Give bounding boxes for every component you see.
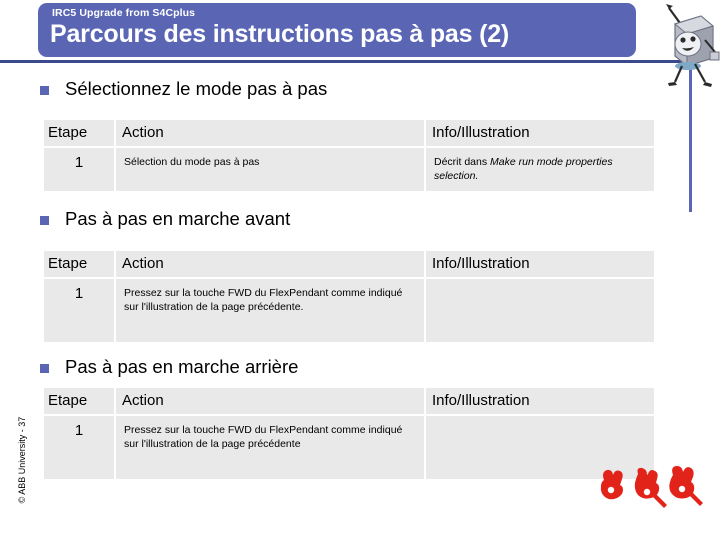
cell-action: Pressez sur la touche FWD du FlexPendant… [116, 416, 424, 479]
table-row: 1 Sélection du mode pas à pas Décrit dan… [44, 148, 654, 191]
cell-action: Pressez sur la touche FWD du FlexPendant… [116, 279, 424, 342]
robot-mascot-icon [655, 0, 720, 88]
bullet-square-icon [40, 86, 49, 95]
copyright-footer: © ABB University - 37 [17, 416, 27, 504]
cell-etape: 1 [44, 279, 114, 342]
section-heading: Pas à pas en marche avant [65, 208, 291, 229]
header-eyebrow: IRC5 Upgrade from S4Cplus [52, 7, 196, 19]
cell-etape: 1 [44, 148, 114, 191]
column-header-action: Action [116, 120, 424, 146]
procedure-table-3: Etape Action Info/Illustration 1 Pressez… [42, 386, 656, 481]
slide-canvas: IRC5 Upgrade from S4Cplus Parcours des i… [0, 0, 720, 540]
column-header-action: Action [116, 388, 424, 414]
bullet-square-icon [40, 216, 49, 225]
procedure-table-1: Etape Action Info/Illustration 1 Sélecti… [42, 118, 656, 193]
column-header-etape: Etape [44, 388, 114, 414]
page-title: Parcours des instructions pas à pas (2) [50, 20, 510, 48]
header-divider-rule [0, 60, 692, 63]
cell-info [426, 279, 654, 342]
bullet-square-icon [40, 364, 49, 373]
cell-etape: 1 [44, 416, 114, 479]
column-header-etape: Etape [44, 120, 114, 146]
section-heading: Sélectionnez le mode pas à pas [65, 78, 328, 99]
column-header-etape: Etape [44, 251, 114, 277]
table-header-row: Etape Action Info/Illustration [44, 251, 654, 277]
column-header-action: Action [116, 251, 424, 277]
table-header-row: Etape Action Info/Illustration [44, 388, 654, 414]
column-header-info: Info/Illustration [426, 388, 654, 414]
table-row: 1 Pressez sur la touche FWD du FlexPenda… [44, 416, 654, 479]
column-header-info: Info/Illustration [426, 251, 654, 277]
cell-action: Sélection du mode pas à pas [116, 148, 424, 191]
pointing-hands-decoration [598, 466, 708, 512]
procedure-table-2: Etape Action Info/Illustration 1 Pressez… [42, 249, 656, 344]
cell-info-prefix: Décrit dans [434, 156, 491, 168]
table-header-row: Etape Action Info/Illustration [44, 120, 654, 146]
column-header-info: Info/Illustration [426, 120, 654, 146]
section-heading: Pas à pas en marche arrière [65, 356, 299, 377]
header-banner: IRC5 Upgrade from S4Cplus Parcours des i… [38, 3, 636, 57]
cell-info: Décrit dans Make run mode properties sel… [426, 148, 654, 191]
table-row: 1 Pressez sur la touche FWD du FlexPenda… [44, 279, 654, 342]
